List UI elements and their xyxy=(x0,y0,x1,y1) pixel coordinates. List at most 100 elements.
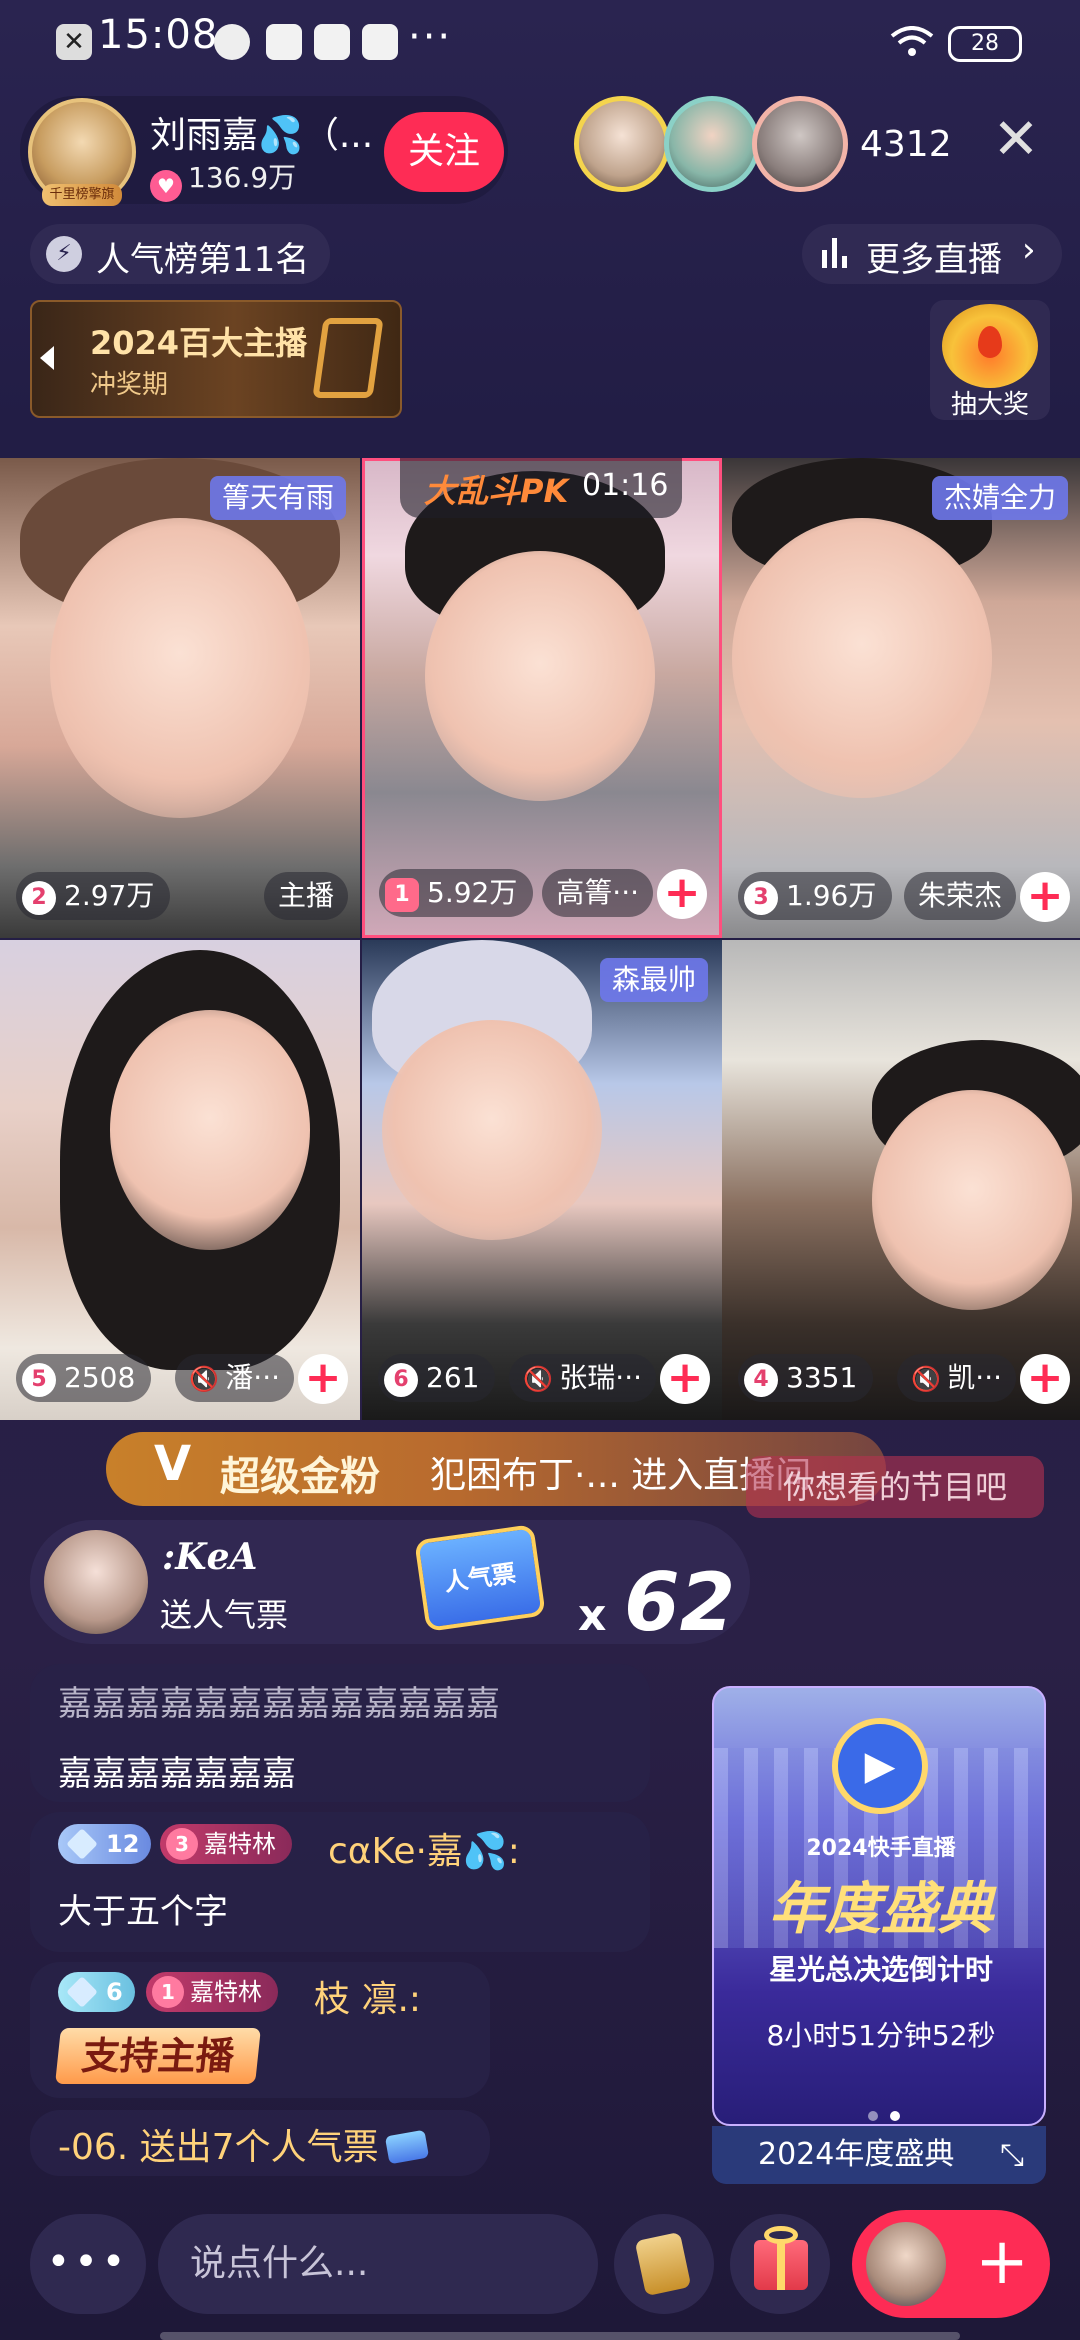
drop-icon xyxy=(978,326,1002,358)
pk-tile-name-text: 凯··· xyxy=(947,1361,1002,1394)
video-frame xyxy=(425,551,655,801)
host-name[interactable]: 刘雨嘉💦（... xyxy=(150,106,373,158)
mail-icon xyxy=(362,24,398,60)
fan-club-badge: 1 嘉特林 xyxy=(146,1972,278,2012)
chevron-left-icon[interactable] xyxy=(40,346,54,370)
pk-score-value: 2508 xyxy=(64,1361,136,1394)
pk-tile-score: 6 261 xyxy=(378,1354,496,1402)
fan-club-name: 嘉特林 xyxy=(190,1978,262,2006)
video-frame xyxy=(50,518,310,818)
comment-input[interactable]: 说点什么... xyxy=(158,2214,598,2314)
carousel-dots xyxy=(862,2106,906,2124)
add-button[interactable]: + xyxy=(660,1354,710,1404)
promo-bar[interactable]: 2024年度盛典 xyxy=(712,2126,1046,2184)
add-button[interactable]: + xyxy=(1020,1354,1070,1404)
support-host-tag: 支持主播 xyxy=(55,2028,261,2084)
chat-username[interactable]: cαKe·嘉💦: xyxy=(328,1822,520,1874)
mail-icon xyxy=(314,24,350,60)
host-badge: 千里榜擎旗 xyxy=(42,184,122,206)
ticket-icon: 人气票 xyxy=(414,1524,546,1632)
pk-tile-tag: 森最帅 xyxy=(599,958,708,1002)
fan-club-name: 嘉特林 xyxy=(204,1830,276,1858)
promo-card[interactable]: ▶ 2024快手直播 年度盛典 星光总决选倒计时 8小时51分钟52秒 xyxy=(712,1686,1046,2126)
pk-tile-name: 主播 xyxy=(263,872,348,920)
viewer-avatar[interactable] xyxy=(752,96,848,192)
chat-text: -06. 送出7个人气票 xyxy=(58,2127,379,2168)
pk-rank-badge: 3 xyxy=(744,881,778,915)
pk-tile-name: 朱荣杰 xyxy=(903,872,1016,920)
pk-tile-name: 🔇 潘··· xyxy=(175,1354,294,1402)
pk-tile-name-text: 张瑞··· xyxy=(559,1361,642,1394)
pk-tile-tag: 箐天有雨 xyxy=(209,476,346,520)
chat-text: 嘉嘉嘉嘉嘉嘉嘉嘉嘉嘉嘉嘉嘉 xyxy=(58,1684,500,1724)
collapse-icon[interactable]: ⤡ xyxy=(1000,2138,1024,2173)
promo-countdown: 8小时51分钟52秒 xyxy=(766,2019,996,2052)
pk-tile-score: 4 3351 xyxy=(738,1354,874,1402)
viewer-avatar[interactable] xyxy=(664,96,760,192)
chevron-right-icon: › xyxy=(1022,230,1036,270)
fan-club-badge: 3 嘉特林 xyxy=(160,1824,292,1864)
pk-tile[interactable]: 4 3351 🔇 凯··· + xyxy=(722,940,1080,1420)
viewer-avatar[interactable] xyxy=(574,96,670,192)
suggestion-bubble[interactable]: 你想看的节目吧 xyxy=(746,1456,1044,1518)
more-live-label: 更多直播 xyxy=(866,240,1002,280)
plus-icon: + xyxy=(975,2225,1029,2299)
pk-tile-tag: 杰婧全力 xyxy=(931,476,1068,520)
gift-sender-name: :𝑲𝒆𝑨 xyxy=(162,1536,258,1578)
pk-tile-name: 🔇 凯··· xyxy=(897,1354,1016,1402)
user-level: 6 xyxy=(106,1978,123,2006)
diamond-icon xyxy=(66,1976,98,2008)
more-button[interactable]: ••• xyxy=(30,2214,146,2314)
diamond-icon xyxy=(66,1828,98,1860)
heart-icon: ♥ xyxy=(150,170,182,202)
close-icon[interactable]: ✕ xyxy=(984,108,1048,172)
viewer-count[interactable]: 4312 xyxy=(860,124,952,165)
pk-tile-score: 5 2508 xyxy=(16,1354,152,1402)
add-button[interactable]: + xyxy=(298,1354,348,1404)
follow-button[interactable]: 关注 xyxy=(384,112,504,192)
home-indicator[interactable] xyxy=(160,2332,960,2340)
pk-tile-name: 高箐··· xyxy=(542,869,653,917)
close-icon: ✕ xyxy=(56,24,92,60)
pk-tile[interactable]: 森最帅 6 261 🔇 张瑞··· + xyxy=(362,940,722,1420)
user-level-badge: 6 xyxy=(58,1972,135,2012)
add-button[interactable]: + xyxy=(657,869,707,919)
pk-tile[interactable]: 箐天有雨 2 2.97万 主播 xyxy=(0,458,360,938)
video-frame xyxy=(382,1020,602,1240)
user-avatar xyxy=(866,2222,946,2306)
pk-tile[interactable]: 1 5.92万 高箐··· + xyxy=(362,458,722,938)
pk-tile-score: 1 5.92万 xyxy=(379,869,534,917)
pk-tile[interactable]: 杰婧全力 3 1.96万 朱荣杰 + xyxy=(722,458,1080,938)
chat-gift-line: -06. 送出7个人气票 xyxy=(58,2118,429,2170)
pk-tile[interactable]: 5 2508 🔇 潘··· + xyxy=(0,940,360,1420)
add-button[interactable]: + xyxy=(1020,872,1070,922)
battery-indicator: 28 xyxy=(948,26,1022,62)
pk-tile-name-text: 潘··· xyxy=(225,1361,280,1394)
video-frame xyxy=(110,1010,310,1250)
bar-chart-icon xyxy=(818,236,852,270)
gift-sender-avatar[interactable] xyxy=(44,1530,148,1634)
rank-icon: ⚡ xyxy=(46,236,82,272)
pk-rank-badge: 5 xyxy=(22,1363,56,1397)
pk-rank-badge: 2 xyxy=(22,881,56,915)
pk-timer: 01:16 xyxy=(582,468,669,503)
fan-level: 3 xyxy=(166,1828,198,1860)
gift-bow xyxy=(764,2226,798,2244)
message-icon xyxy=(266,24,302,60)
pk-grid: 箐天有雨 2 2.97万 主播 1 5.92万 高箐··· + 杰婧全力 3 1.96… xyxy=(0,458,1080,1420)
ticket-icon xyxy=(384,2129,429,2165)
video-frame xyxy=(872,1090,1072,1310)
lottery-label: 抽大奖 xyxy=(950,390,1029,420)
promo-subtitle: 星光总决选倒计时 xyxy=(768,1953,993,1986)
pk-rank-badge: 6 xyxy=(384,1363,418,1397)
chat-username[interactable]: 枝 凛.: xyxy=(314,1970,421,2022)
event-title: 2024百大主播 xyxy=(90,324,308,362)
user-level: 12 xyxy=(106,1830,140,1858)
status-bar: ✕ 15:08 ··· 28 xyxy=(0,0,1080,84)
video-frame xyxy=(732,518,992,798)
vip-badge: V xyxy=(154,1436,192,1492)
promo-small-title: 2024快手直播 xyxy=(806,1836,956,1861)
event-logo-icon xyxy=(312,318,384,398)
pk-score-value: 261 xyxy=(426,1361,480,1394)
pk-score-value: 5.92万 xyxy=(427,876,518,909)
